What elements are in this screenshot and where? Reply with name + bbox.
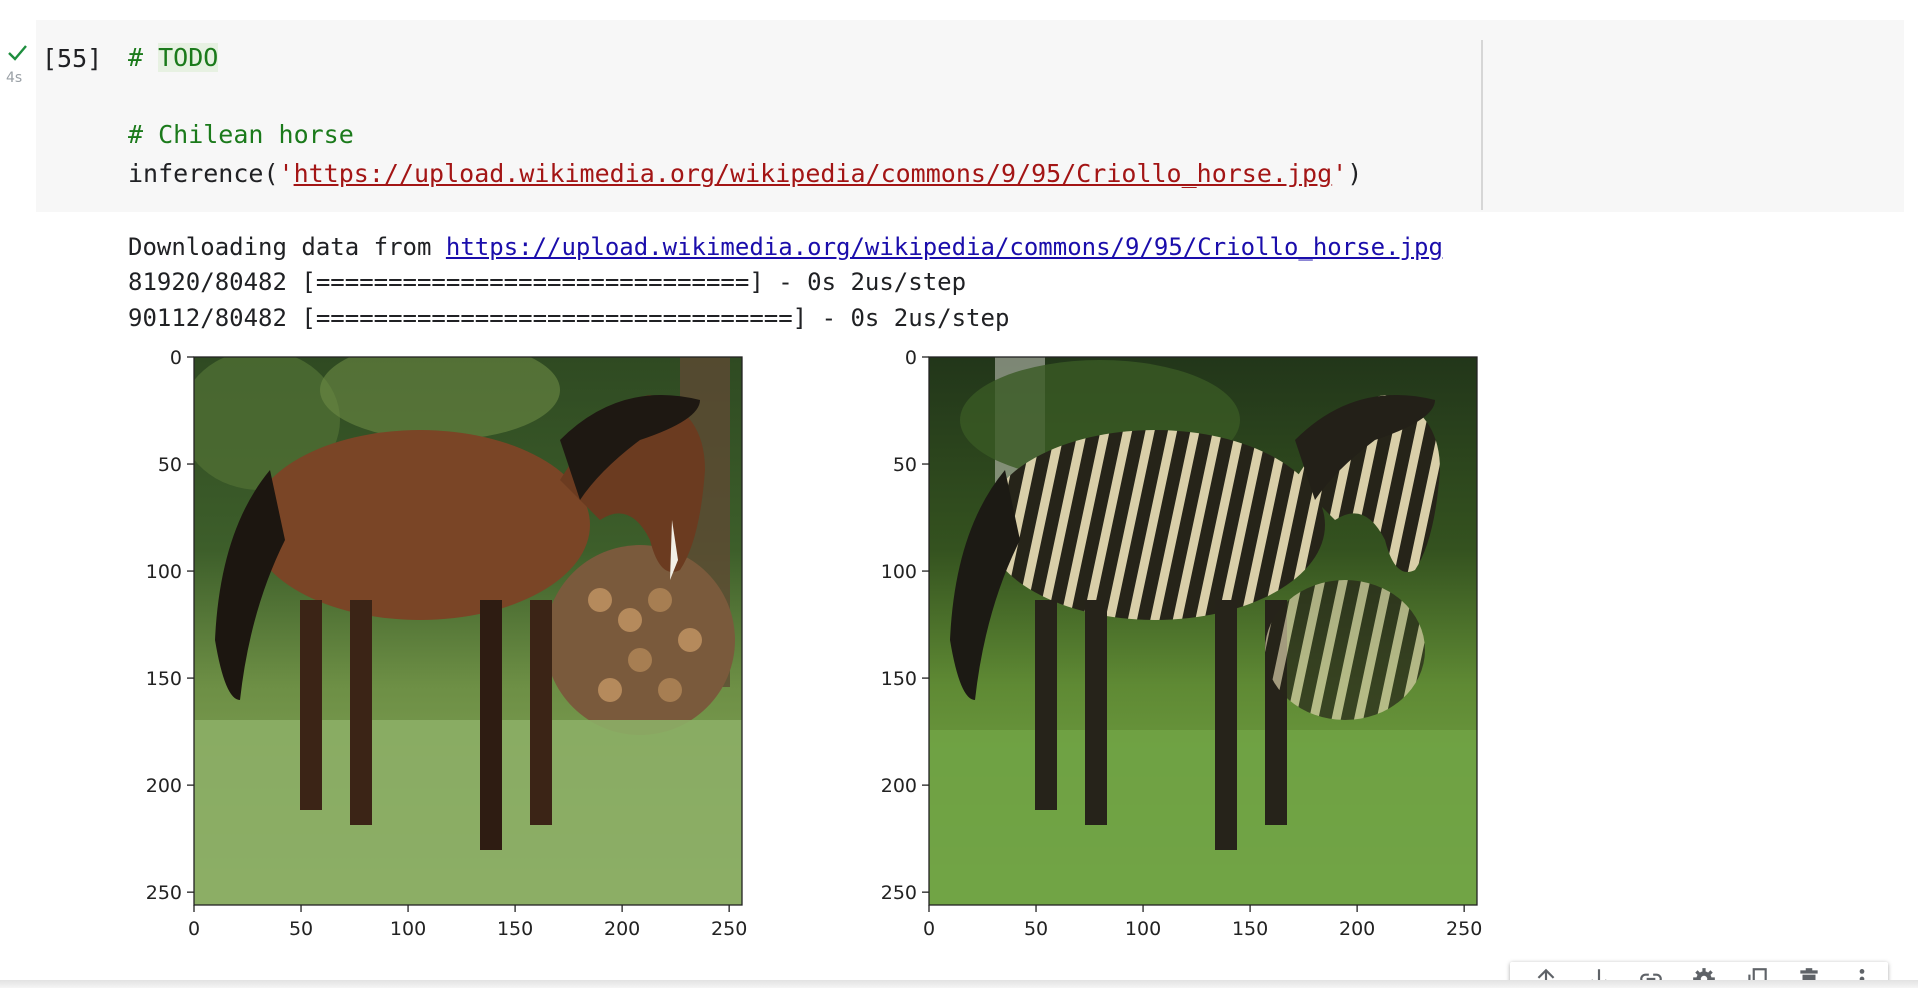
x-tick-label: 150 [1232,918,1268,940]
x-tick-label: 0 [188,918,200,940]
y-tick-label: 100 [881,561,917,583]
bottom-divider [0,980,1918,988]
x-tick-label: 100 [390,918,426,940]
x-tick-label: 50 [1024,918,1048,940]
input-horse-image [194,357,742,905]
x-tick-label: 0 [923,918,935,940]
y-tick-label: 0 [905,347,917,369]
y-tick-label: 200 [881,775,917,797]
output-figure: 0 50 100 150 200 250 0 50 100 150 200 250 0 50 100 150 2… [146,347,1483,940]
y-tick-label: 200 [146,775,182,797]
y-tick-label: 250 [881,882,917,904]
y-tick-label: 150 [146,668,182,690]
output-zebra-image [929,357,1477,905]
x-tick-label: 200 [604,918,640,940]
x-tick-label: 250 [1446,918,1482,940]
y-tick-label: 100 [146,561,182,583]
x-tick-label: 100 [1125,918,1161,940]
y-tick-label: 0 [170,347,182,369]
y-tick-label: 50 [158,454,182,476]
y-tick-label: 250 [146,882,182,904]
notebook-page: 4s [55] # TODO # Chilean horse inference… [0,0,1918,988]
x-tick-label: 200 [1339,918,1375,940]
y-tick-label: 150 [881,668,917,690]
x-tick-label: 250 [711,918,747,940]
x-tick-label: 150 [497,918,533,940]
x-tick-label: 50 [289,918,313,940]
y-tick-label: 50 [893,454,917,476]
